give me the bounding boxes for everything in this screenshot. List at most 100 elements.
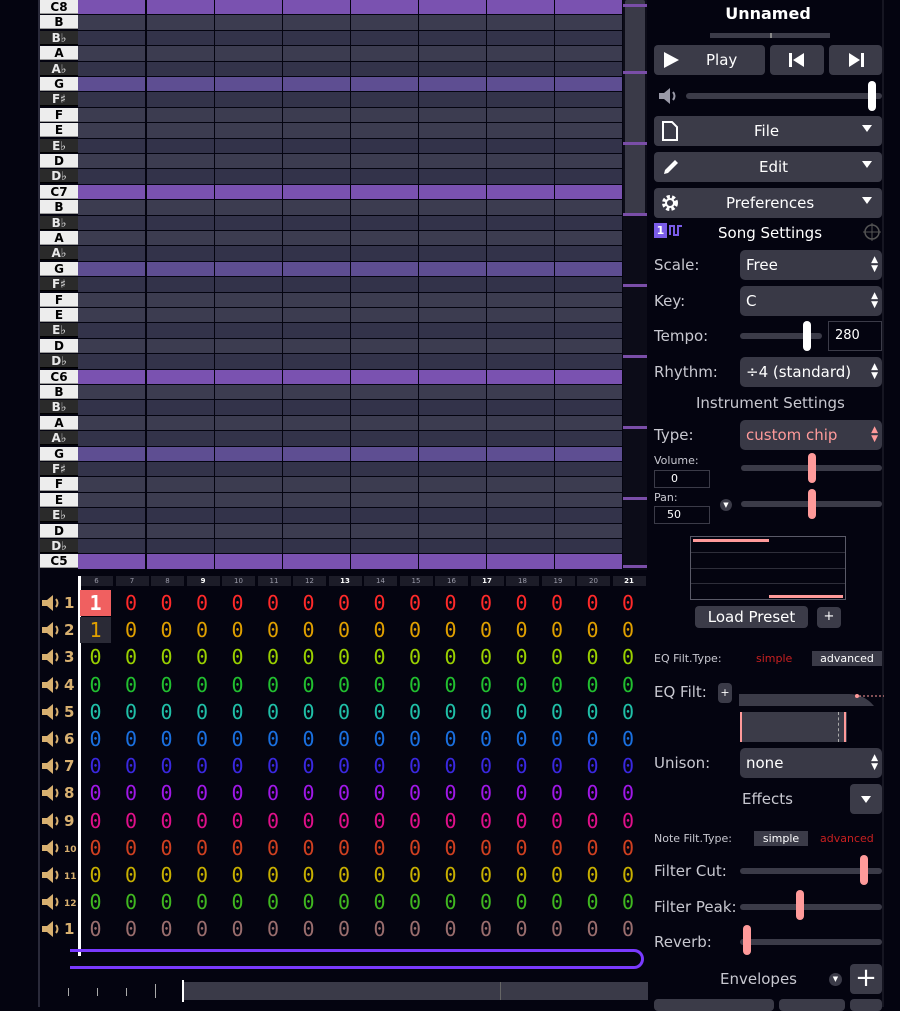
- pattern-cell[interactable]: 0: [329, 916, 360, 942]
- pattern-cell[interactable]: 0: [471, 753, 502, 779]
- pattern-cell[interactable]: 0: [435, 699, 466, 725]
- pattern-cell[interactable]: 0: [435, 780, 466, 806]
- grid-cell[interactable]: [78, 185, 145, 199]
- grid-cell[interactable]: [351, 92, 418, 107]
- track-row[interactable]: 12 0 0 0 0 0 0 0 0 0 0 0 0 0 0 0 0: [40, 889, 640, 916]
- grid-cell[interactable]: [283, 293, 350, 307]
- grid-cell[interactable]: [78, 539, 145, 553]
- song-title[interactable]: Unnamed: [648, 4, 888, 23]
- grid-cell[interactable]: [351, 46, 418, 61]
- pattern-cell[interactable]: 0: [471, 699, 502, 725]
- rhythm-select[interactable]: ÷4 (standard) ▲ ▼: [740, 357, 882, 387]
- grid-cell[interactable]: [78, 123, 145, 138]
- grid-cell[interactable]: [487, 246, 554, 261]
- grid-cell[interactable]: [555, 216, 622, 230]
- grid-cell[interactable]: [283, 200, 350, 215]
- grid-cell[interactable]: [147, 385, 214, 399]
- grid-cell[interactable]: [147, 400, 214, 415]
- track-row[interactable]: 70000000000000000: [40, 753, 640, 780]
- grid-cell[interactable]: [487, 277, 554, 292]
- track-row[interactable]: 50000000000000000: [40, 699, 640, 726]
- pattern-cell[interactable]: 0: [364, 808, 395, 834]
- pattern-cell[interactable]: 0: [151, 644, 182, 670]
- grid-cell[interactable]: [215, 277, 282, 292]
- grid-cell[interactable]: [78, 354, 145, 369]
- grid-cell[interactable]: [487, 508, 554, 523]
- envelopes-chevron-icon[interactable]: ▼: [829, 973, 842, 986]
- grid-cell[interactable]: [419, 139, 486, 153]
- master-volume-slider[interactable]: [686, 93, 882, 99]
- pattern-cell[interactable]: 0: [293, 780, 324, 806]
- note-advanced-option[interactable]: advanced: [820, 832, 874, 845]
- instrument-volume-thumb[interactable]: [808, 453, 816, 483]
- grid-cell[interactable]: [147, 62, 214, 76]
- mute-speaker-icon[interactable]: [40, 702, 62, 722]
- grid-cell[interactable]: [283, 15, 350, 30]
- piano-key[interactable]: E: [40, 123, 78, 137]
- grid-cell[interactable]: [555, 416, 622, 430]
- grid-cell[interactable]: [147, 277, 214, 292]
- grid-cell[interactable]: [487, 462, 554, 476]
- grid-cell[interactable]: [555, 524, 622, 538]
- pattern-cell[interactable]: 0: [187, 889, 218, 915]
- grid-cell[interactable]: [419, 62, 486, 76]
- pattern-cell[interactable]: 0: [364, 590, 395, 616]
- grid-cell[interactable]: [78, 493, 145, 507]
- grid-cell[interactable]: [487, 62, 554, 76]
- grid-cell[interactable]: [487, 154, 554, 168]
- grid-cell[interactable]: [78, 308, 145, 322]
- grid-cell[interactable]: [215, 385, 282, 399]
- grid-cell[interactable]: [283, 31, 350, 45]
- pattern-cell[interactable]: 0: [258, 862, 289, 888]
- grid-cell[interactable]: [283, 477, 350, 492]
- grid-cell[interactable]: [78, 77, 145, 91]
- pattern-cell[interactable]: 0: [400, 726, 431, 752]
- grid-cell[interactable]: [487, 385, 554, 399]
- pattern-cell[interactable]: 0: [577, 672, 608, 698]
- pattern-cell[interactable]: 0: [222, 617, 253, 643]
- grid-cell[interactable]: [215, 231, 282, 245]
- grid-cell[interactable]: [215, 92, 282, 107]
- grid-cell[interactable]: [419, 46, 486, 61]
- grid-cell[interactable]: [351, 246, 418, 261]
- grid-cell[interactable]: [147, 293, 214, 307]
- pattern-cell[interactable]: 0: [116, 672, 147, 698]
- grid-cell[interactable]: [555, 370, 622, 384]
- pattern-cell[interactable]: 0: [329, 617, 360, 643]
- grid-cell[interactable]: [78, 524, 145, 538]
- grid-cell[interactable]: [419, 462, 486, 476]
- grid-cell[interactable]: [487, 354, 554, 369]
- grid-cell[interactable]: [147, 416, 214, 430]
- grid-cell[interactable]: [419, 508, 486, 523]
- pattern-cell[interactable]: 0: [80, 889, 111, 915]
- pattern-cell[interactable]: 0: [116, 916, 147, 942]
- pattern-cell[interactable]: 0: [151, 889, 182, 915]
- grid-cell[interactable]: [78, 400, 145, 415]
- grid-cell[interactable]: [419, 154, 486, 168]
- pan-thumb[interactable]: [808, 489, 816, 519]
- pattern-cell[interactable]: 0: [222, 835, 253, 861]
- pattern-cell[interactable]: 0: [293, 590, 324, 616]
- eq-filt-add-button[interactable]: +: [718, 683, 732, 703]
- grid-cell[interactable]: [78, 339, 145, 353]
- grid-cell[interactable]: [147, 354, 214, 369]
- grid-cell[interactable]: [78, 370, 145, 384]
- pattern-cell[interactable]: 0: [258, 753, 289, 779]
- track-row[interactable]: 30000000000000000: [40, 644, 640, 671]
- piano-key[interactable]: E♭: [40, 323, 78, 337]
- pattern-cell[interactable]: 0: [471, 644, 502, 670]
- pattern-cell[interactable]: 0: [542, 590, 573, 616]
- grid-cell[interactable]: [78, 15, 145, 30]
- grid-cell[interactable]: [555, 462, 622, 476]
- piano-key[interactable]: C5: [40, 554, 78, 568]
- pattern-cell[interactable]: 0: [329, 726, 360, 752]
- grid-cell[interactable]: [147, 92, 214, 107]
- pattern-cell[interactable]: 0: [400, 644, 431, 670]
- grid-cell[interactable]: [147, 108, 214, 122]
- grid-cell[interactable]: [147, 262, 214, 276]
- grid-cell[interactable]: [351, 462, 418, 476]
- pattern-cell[interactable]: 0: [471, 808, 502, 834]
- pattern-cell[interactable]: 0: [151, 699, 182, 725]
- grid-cell[interactable]: [283, 431, 350, 446]
- piano-key[interactable]: F♯: [40, 277, 78, 291]
